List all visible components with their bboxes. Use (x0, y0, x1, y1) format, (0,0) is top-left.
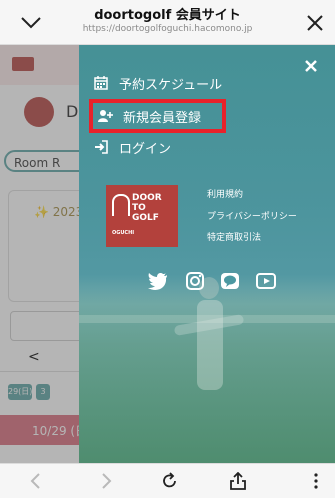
youtube-icon[interactable] (255, 271, 277, 291)
line-icon[interactable] (219, 271, 241, 291)
back-icon[interactable] (26, 472, 46, 490)
terms-link[interactable]: 利用規約 (207, 187, 243, 200)
menu-item-schedule[interactable]: 予約スケジュール (93, 69, 222, 97)
browser-title: doortogolf 会員サイト (94, 8, 241, 23)
browser-top-bar: doortogolf 会員サイト https://doortogolfoguch… (0, 0, 335, 45)
logo-text: GOLF (132, 213, 159, 223)
menu-item-login[interactable]: ログイン (93, 133, 171, 161)
menu-item-label: 予約スケジュール (119, 77, 223, 93)
add-user-icon (98, 110, 113, 122)
close-icon[interactable] (304, 59, 318, 73)
browser-bottom-bar (0, 463, 335, 498)
menu-item-label: 新規会員登録 (123, 110, 202, 126)
logo-location: OGUCHI (112, 230, 135, 236)
commercial-transactions-link[interactable]: 特定商取引法 (207, 230, 261, 243)
instagram-icon[interactable] (184, 271, 206, 291)
photo-golfer-body (197, 300, 223, 390)
close-icon[interactable] (304, 13, 326, 33)
privacy-policy-link[interactable]: プライバシーポリシー (207, 209, 297, 222)
share-icon[interactable] (228, 472, 248, 490)
logo-text: TO (132, 203, 146, 213)
twitter-icon[interactable] (147, 271, 169, 291)
calendar-icon (94, 76, 108, 90)
menu-item-label: ログイン (119, 141, 172, 157)
menu-item-register[interactable]: 新規会員登録 (89, 99, 226, 133)
login-icon (95, 140, 108, 154)
door-arch-icon (112, 194, 130, 216)
brand-logo[interactable]: DOOR TO GOLF OGUCHI (106, 185, 178, 247)
forward-icon[interactable] (96, 472, 116, 490)
more-icon[interactable] (306, 472, 326, 490)
logo-text: DOOR (132, 193, 162, 203)
reload-icon[interactable] (160, 472, 180, 490)
drawer-menu: 予約スケジュール 新規会員登録 ログイン DOOR TO GOLF OGUCHI… (79, 45, 335, 463)
browser-url: https://doortogolfoguchi.hacomono.jp (82, 24, 253, 34)
